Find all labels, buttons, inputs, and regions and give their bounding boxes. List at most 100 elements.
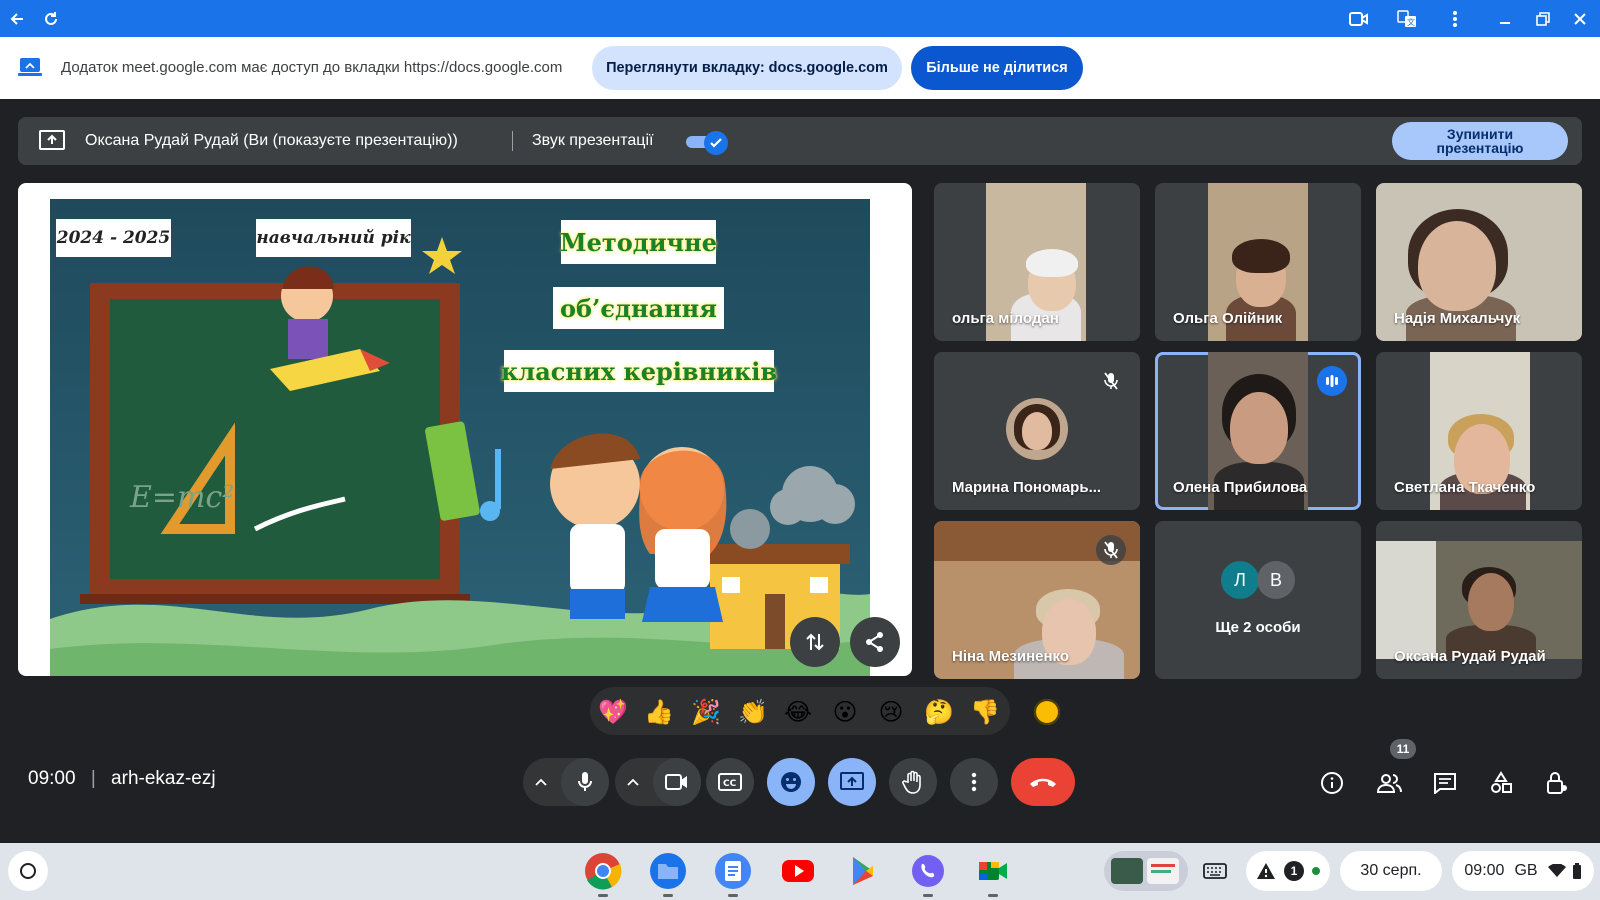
warning-icon xyxy=(1257,863,1275,879)
stop-presenting-label-1: Зупинити xyxy=(1446,126,1514,142)
slide-year-caption: навчальний рік xyxy=(256,219,411,257)
chrome-icon xyxy=(585,853,622,890)
minimize-icon[interactable] xyxy=(1492,6,1518,32)
slide-title-line3: класних керівників xyxy=(501,350,777,392)
present-screen-icon xyxy=(840,772,864,790)
chrome-app[interactable] xyxy=(583,851,623,897)
presentation-stage[interactable]: E=mc² 2024 - 2025 навчальний рік Методич… xyxy=(18,183,912,676)
camera-button[interactable] xyxy=(653,758,701,806)
play-store-icon xyxy=(853,857,873,885)
chat-icon xyxy=(1434,773,1456,794)
reaction-thumbs-up[interactable]: 👍 xyxy=(644,698,674,726)
people-button[interactable] xyxy=(1369,763,1409,803)
play-store-app[interactable] xyxy=(843,851,883,891)
participant-name: Надія Михальчук xyxy=(1394,310,1521,327)
presentation-audio-label: Звук презентації xyxy=(532,132,654,149)
slide-year: 2024 - 2025 xyxy=(56,219,171,257)
stop-sharing-button[interactable]: Більше не ділитися xyxy=(911,46,1083,90)
reaction-clap[interactable]: 👏 xyxy=(738,698,768,726)
lock-person-icon xyxy=(1547,772,1567,794)
raise-hand-button[interactable] xyxy=(889,758,937,806)
stop-presenting-label-2: презентацію xyxy=(1436,140,1524,156)
skin-tone-picker[interactable] xyxy=(1034,699,1060,725)
captions-button[interactable]: CC xyxy=(706,758,754,806)
info-icon xyxy=(1321,772,1343,794)
chat-button[interactable] xyxy=(1425,763,1465,803)
docs-app[interactable] xyxy=(713,851,753,897)
svg-text:文: 文 xyxy=(1407,17,1415,27)
viber-app[interactable] xyxy=(908,851,948,897)
camera-options-chevron-icon[interactable] xyxy=(623,772,643,792)
reaction-sad[interactable]: 😢 xyxy=(877,698,905,726)
leave-call-button[interactable] xyxy=(1011,758,1075,806)
slide-title-line2: об’єднання xyxy=(553,287,724,329)
date-tray[interactable]: 30 серп. xyxy=(1340,851,1442,891)
share-presentation-button[interactable] xyxy=(850,617,900,667)
reaction-thinking[interactable]: 🤔 xyxy=(924,698,954,726)
view-tab-button[interactable]: Переглянути вкладку: docs.google.com xyxy=(592,46,902,90)
self-view-tile[interactable]: Оксана Рудай Рудай xyxy=(1376,521,1582,679)
participant-tile[interactable]: Марина Пономарь... xyxy=(934,352,1140,510)
participant-count-badge: 11 xyxy=(1390,739,1416,759)
reload-icon[interactable] xyxy=(38,6,64,32)
meeting-info: 09:00 | arh-ekaz-ezj xyxy=(28,768,216,790)
launcher-icon xyxy=(20,863,36,879)
more-options-button[interactable] xyxy=(950,758,998,806)
presentation-bar: Оксана Рудай Рудай (Ви (показуєте презен… xyxy=(18,117,1582,165)
reaction-heart[interactable]: 💖 xyxy=(598,698,628,726)
restore-icon[interactable] xyxy=(1530,6,1556,32)
mic-off-icon xyxy=(1096,366,1126,396)
microphone-button[interactable] xyxy=(561,758,609,806)
youtube-app[interactable] xyxy=(778,851,818,891)
docs-icon xyxy=(715,853,751,889)
camera-status-icon[interactable] xyxy=(1346,6,1372,32)
participant-tile[interactable]: Ніна Мезиненко xyxy=(934,521,1140,679)
meet-app[interactable] xyxy=(973,851,1013,897)
reaction-laugh[interactable]: 😂 xyxy=(784,698,812,726)
close-icon[interactable] xyxy=(1567,6,1593,32)
keyboard-icon xyxy=(1203,863,1227,879)
status-tray[interactable]: 09:00 GB xyxy=(1452,851,1594,891)
keyboard-button[interactable] xyxy=(1194,851,1236,891)
participant-name: Оксана Рудай Рудай xyxy=(1394,648,1546,665)
swap-layout-button[interactable] xyxy=(790,617,840,667)
meet-icon xyxy=(979,862,1007,880)
youtube-icon xyxy=(782,860,814,882)
participant-tile[interactable]: ольга мілодан xyxy=(934,183,1140,341)
mic-control-group xyxy=(523,758,609,806)
reactions-button[interactable] xyxy=(767,758,815,806)
status-dot xyxy=(1312,867,1320,875)
activities-button[interactable] xyxy=(1481,763,1521,803)
present-now-button[interactable] xyxy=(828,758,876,806)
slide-image: E=mc² 2024 - 2025 навчальний рік Методич… xyxy=(50,199,870,676)
more-participants-tile[interactable]: Л В Ще 2 особи xyxy=(1155,521,1361,679)
mic-icon xyxy=(578,772,592,791)
more-menu-icon[interactable] xyxy=(1442,6,1468,32)
participant-tile[interactable]: Ольга Олійник xyxy=(1155,183,1361,341)
notification-tray[interactable]: 1 xyxy=(1246,851,1330,891)
holding-space-preview[interactable] xyxy=(1104,851,1188,891)
launcher-button[interactable] xyxy=(8,851,48,891)
participant-tile-active-speaker[interactable]: Олена Прибилова xyxy=(1155,352,1361,510)
participant-initial-avatar: Л xyxy=(1221,561,1259,599)
mic-options-chevron-icon[interactable] xyxy=(531,772,551,792)
files-app[interactable] xyxy=(648,851,688,897)
stop-presenting-button[interactable]: Зупинити презентацію xyxy=(1392,122,1568,160)
reaction-thumbs-down[interactable]: 👎 xyxy=(970,698,1000,726)
reaction-surprised[interactable]: 😮 xyxy=(831,698,859,726)
participant-name: Марина Пономарь... xyxy=(952,479,1102,496)
participant-initial-avatar: В xyxy=(1257,561,1295,599)
host-controls-button[interactable] xyxy=(1537,763,1577,803)
back-icon[interactable] xyxy=(4,6,30,32)
participant-name: ольга мілодан xyxy=(952,310,1059,327)
wifi-icon xyxy=(1547,864,1566,877)
video-camera-icon xyxy=(665,774,687,790)
presentation-audio-toggle[interactable] xyxy=(686,131,730,155)
participant-tile[interactable]: Надія Михальчук xyxy=(1376,183,1582,341)
meeting-code[interactable]: arh-ekaz-ezj xyxy=(111,768,216,789)
reaction-party[interactable]: 🎉 xyxy=(691,698,721,726)
meeting-details-button[interactable] xyxy=(1312,763,1352,803)
translate-icon[interactable]: 文 xyxy=(1394,6,1420,32)
viber-icon xyxy=(912,855,944,887)
participant-tile[interactable]: Светлана Ткаченко xyxy=(1376,352,1582,510)
